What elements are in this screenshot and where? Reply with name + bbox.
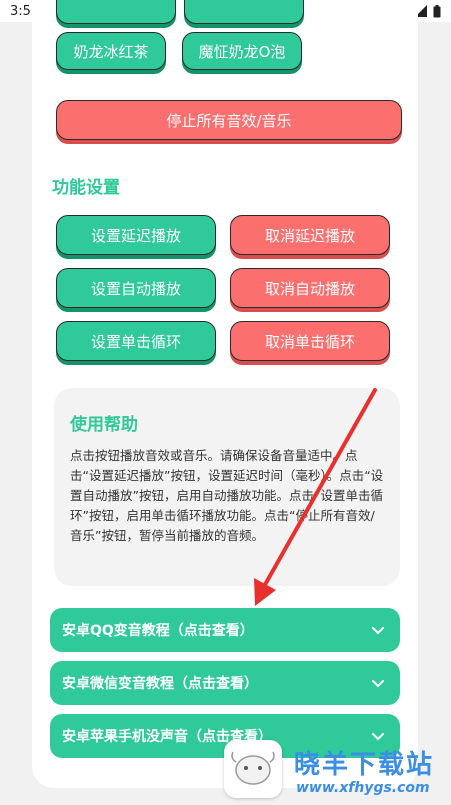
chevron-down-icon <box>372 627 384 635</box>
tutorial-wechat-label: 安卓微信变音教程（点击查看） <box>62 676 258 692</box>
sheep-logo-icon <box>224 740 282 798</box>
set-auto-button[interactable]: 设置自动播放 <box>56 268 216 308</box>
cancel-loop-button[interactable]: 取消单击循环 <box>230 321 390 361</box>
chevron-down-icon <box>372 680 384 688</box>
sound-button-milk-dragon-tea[interactable]: 奶龙冰红茶 <box>56 32 166 70</box>
help-title: 使用帮助 <box>70 415 138 435</box>
main-card: 奶龙冰红茶 魔怔奶龙O泡 停止所有音效/音乐 功能设置 设置延迟播放 取消延迟播… <box>32 0 418 788</box>
sound-button-magic-milk-dragon[interactable]: 魔怔奶龙O泡 <box>182 32 302 70</box>
sound-button-hidden-2[interactable] <box>184 0 304 24</box>
function-settings-title: 功能设置 <box>52 178 120 198</box>
help-text: 点击按钮播放音效或音乐。请确保设备音量适中。点击“设置延迟播放”按钮，设置延迟时… <box>70 448 384 543</box>
tutorial-qq[interactable]: 安卓QQ变音教程（点击查看） <box>50 608 400 652</box>
cancel-delay-button[interactable]: 取消延迟播放 <box>230 215 390 255</box>
stop-all-button[interactable]: 停止所有音效/音乐 <box>56 100 402 140</box>
watermark-brand: 晓羊下载站 <box>294 750 435 780</box>
help-box: 使用帮助 点击按钮播放音效或音乐。请确保设备音量适中。点击“设置延迟播放”按钮，… <box>54 388 400 586</box>
sound-button-hidden-1[interactable] <box>56 0 176 24</box>
watermark: 晓羊下载站 www.xfhygs.com <box>224 738 451 805</box>
tutorial-wechat[interactable]: 安卓微信变音教程（点击查看） <box>50 661 400 705</box>
set-delay-button[interactable]: 设置延迟播放 <box>56 215 216 255</box>
cancel-auto-button[interactable]: 取消自动播放 <box>230 268 390 308</box>
battery-icon <box>433 4 441 17</box>
set-loop-button[interactable]: 设置单击循环 <box>56 321 216 361</box>
watermark-url: www.xfhygs.com <box>296 780 430 796</box>
tutorial-qq-label: 安卓QQ变音教程（点击查看） <box>62 623 254 639</box>
